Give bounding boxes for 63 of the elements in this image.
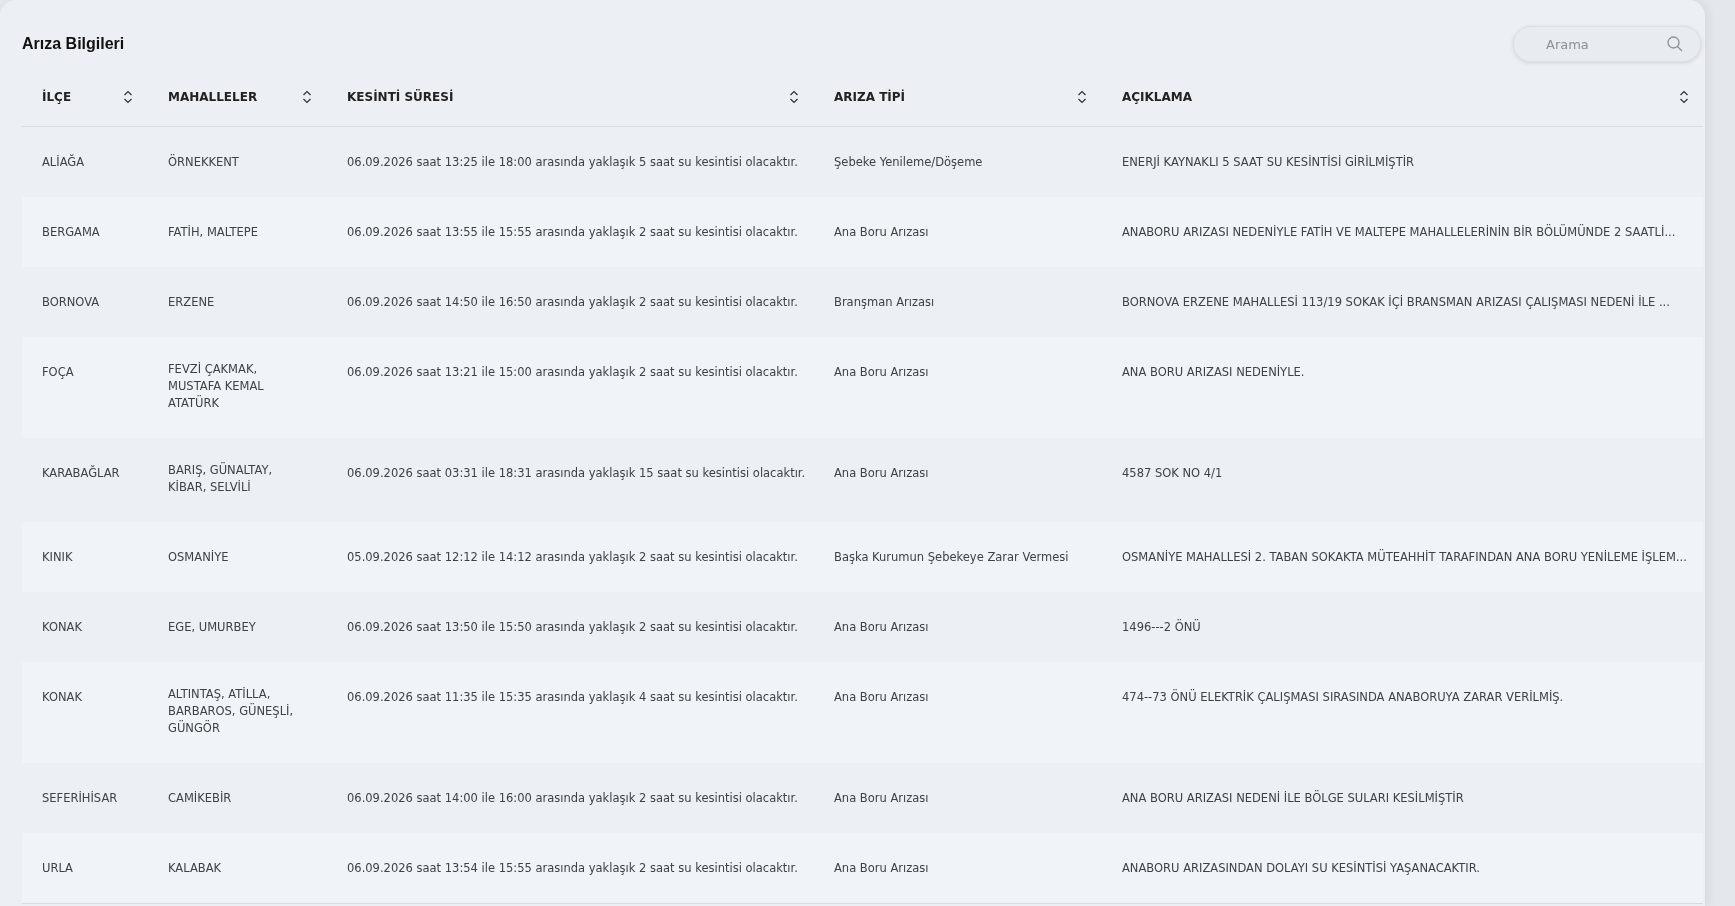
table-cell-text: ALTINTAŞ, ATİLLA, BARBAROS, GÜNEŞLİ, GÜNGÖR	[168, 686, 295, 737]
table-cell: 06.09.2026 saat 13:55 ile 15:55 arasında yaklaşık 2 saat su kesintisi olacaktır.	[347, 224, 798, 241]
table-cell: KALABAK	[168, 860, 222, 877]
table-cell: 1496---2 ÖNÜ	[1122, 619, 1201, 636]
sort-icon[interactable]	[789, 90, 799, 104]
table-cell: ANABORU ARIZASINDAN DOLAYI SU KESİNTİSİ YAŞANACAKTIR.	[1122, 860, 1480, 877]
table-cell: FOÇA	[42, 364, 74, 381]
table-cell: Ana Boru Arızası	[834, 860, 929, 877]
table-cell: KONAK	[42, 689, 82, 706]
table-cell: 06.09.2026 saat 03:31 ile 18:31 arasında yaklaşık 15 saat su kesintisi olacaktır.	[347, 465, 806, 482]
table-cell: ERZENE	[168, 294, 215, 311]
table-cell: ENERJİ KAYNAKLI 5 SAAT SU KESİNTİSİ GİRİLMİŞTİR	[1122, 154, 1415, 171]
table-cell: Ana Boru Arızası	[834, 224, 929, 241]
table-cell: Ana Boru Arızası	[834, 364, 929, 381]
table-cell: BORNOVA	[42, 294, 100, 311]
sort-icon[interactable]	[1077, 90, 1087, 104]
table-cell: Ana Boru Arızası	[834, 689, 929, 706]
table-cell: 06.09.2026 saat 13:25 ile 18:00 arasında yaklaşık 5 saat su kesintisi olacaktır.	[347, 154, 798, 171]
column-header: AÇIKLAMA	[1122, 90, 1193, 104]
column-header: MAHALLELER	[168, 90, 258, 104]
table-cell: ANABORU ARIZASI NEDENİYLE FATİH VE MALTEPE MAHALLELERİNİN BİR BÖLÜMÜNDE 2 SAATLİ...	[1122, 224, 1676, 241]
table-cell: KARABAĞLAR	[42, 465, 120, 482]
table-cell: 06.09.2026 saat 13:54 ile 15:55 arasında yaklaşık 2 saat su kesintisi olacaktır.	[347, 860, 798, 877]
column-header: İLÇE	[42, 90, 72, 104]
table-cell: BERGAMA	[42, 224, 100, 241]
table-cell-text: FEVZİ ÇAKMAK, MUSTAFA KEMAL ATATÜRK	[168, 361, 265, 412]
table-cell: 474--73 ÖNÜ ELEKTRİK ÇALIŞMASI SIRASINDA ANABORUYA ZARAR VERİLMİŞ.	[1122, 689, 1564, 706]
table-cell: 4587 SOK NO 4/1	[1122, 465, 1223, 482]
table-cell: Ana Boru Arızası	[834, 465, 929, 482]
table-cell: Başka Kurumun Şebekeye Zarar Vermesi	[834, 549, 1069, 566]
table-cell: 06.09.2026 saat 11:35 ile 15:35 arasında yaklaşık 4 saat su kesintisi olacaktır.	[347, 689, 798, 706]
table-cell: OSMANİYE MAHALLESİ 2. TABAN SOKAKTA MÜTEAHHİT TARAFINDAN ANA BORU YENİLEME İŞLEM...	[1122, 549, 1687, 566]
table-cell: Ana Boru Arızası	[834, 619, 929, 636]
table-cell: KINIK	[42, 549, 73, 566]
table-cell: Branşman Arızası	[834, 294, 935, 311]
table-cell: 06.09.2026 saat 14:00 ile 16:00 arasında yaklaşık 2 saat su kesintisi olacaktır.	[347, 790, 798, 807]
table-cell: ANA BORU ARIZASI NEDENİ İLE BÖLGE SULARI KESİLMİŞTİR	[1122, 790, 1464, 807]
table-cell: ALİAĞA	[42, 154, 85, 171]
table-cell: KONAK	[42, 619, 82, 636]
column-header: KESİNTİ SÜRESİ	[347, 90, 454, 104]
table-cell: FATİH, MALTEPE	[168, 224, 258, 241]
table-cell: SEFERİHİSAR	[42, 790, 118, 807]
table-cell: EGE, UMURBEY	[168, 619, 256, 636]
table-cell: 06.09.2026 saat 13:50 ile 15:50 arasında yaklaşık 2 saat su kesintisi olacaktır.	[347, 619, 798, 636]
sort-icon[interactable]	[123, 90, 133, 104]
table-cell: Ana Boru Arızası	[834, 790, 929, 807]
page-title: Arıza Bilgileri	[22, 35, 125, 53]
table-cell: Şebeke Yenileme/Döşeme	[834, 154, 983, 171]
table-cell: URLA	[42, 860, 73, 877]
table-cell: ÖRNEKKENT	[168, 154, 239, 171]
search-field[interactable]: Arama	[1513, 26, 1701, 62]
table-cell: CAMİKEBİR	[168, 790, 232, 807]
search-icon[interactable]	[1667, 36, 1683, 52]
table-cell: 06.09.2026 saat 14:50 ile 16:50 arasında yaklaşık 2 saat su kesintisi olacaktır.	[347, 294, 798, 311]
table-cell: ANA BORU ARIZASI NEDENİYLE.	[1122, 364, 1305, 381]
sort-icon[interactable]	[302, 90, 312, 104]
table-cell-text: BARIŞ, GÜNALTAY, KİBAR, SELVİLİ	[168, 462, 274, 496]
table-cell: BORNOVA ERZENE MAHALLESİ 113/19 SOKAK İÇİ BRANSMAN ARIZASI ÇALIŞMASI NEDENİ İLE ...	[1122, 294, 1670, 311]
table-cell: 05.09.2026 saat 12:12 ile 14:12 arasında yaklaşık 2 saat su kesintisi olacaktır.	[347, 549, 798, 566]
table-cell: 06.09.2026 saat 13:21 ile 15:00 arasında yaklaşık 2 saat su kesintisi olacaktır.	[347, 364, 798, 381]
column-header: ARIZA TİPİ	[834, 90, 906, 104]
table-cell: OSMANİYE	[168, 549, 229, 566]
sort-icon[interactable]	[1679, 90, 1689, 104]
